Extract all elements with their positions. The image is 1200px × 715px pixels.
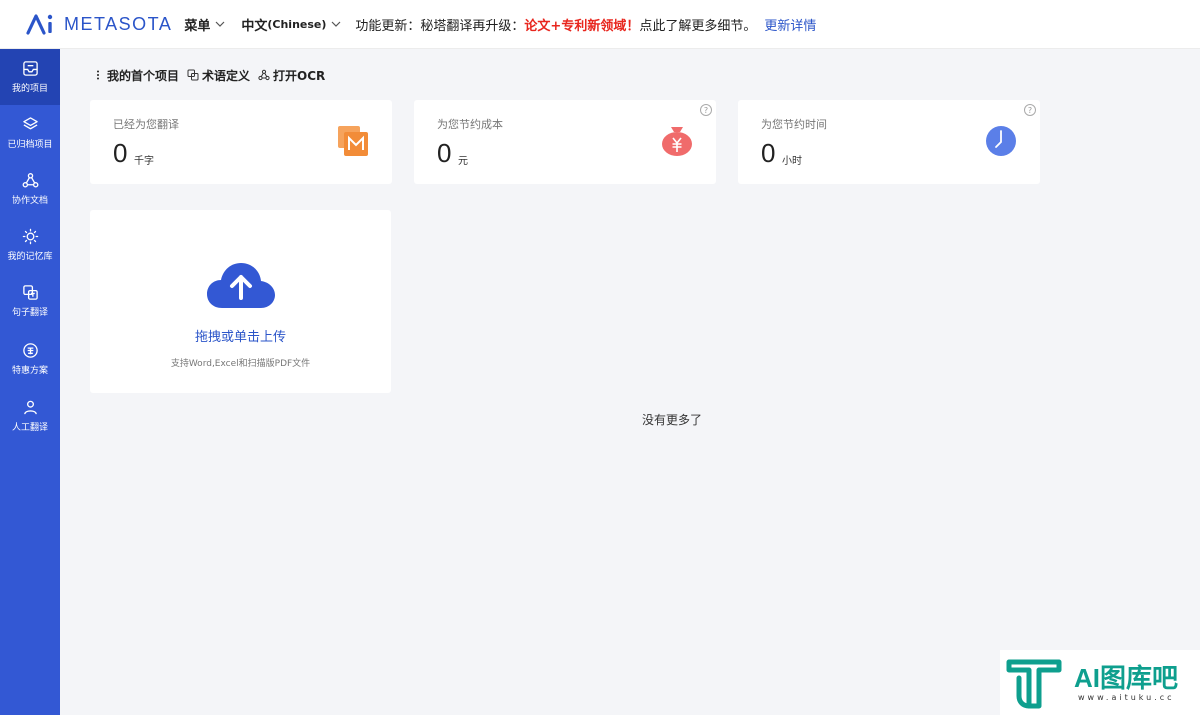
stat-card-translated: 已经为您翻译 0 千字 bbox=[90, 100, 392, 184]
update-details-link[interactable]: 更新详情 bbox=[764, 19, 816, 34]
stat-card-time: 为您节约时间 0 小时 ? bbox=[738, 100, 1040, 184]
document-m-icon bbox=[338, 126, 368, 156]
sidebar-item-memory-bank[interactable]: 我的记忆库 bbox=[0, 217, 60, 273]
layers-icon bbox=[22, 117, 38, 130]
menu-label: 菜单 bbox=[184, 18, 211, 34]
chevron-down-icon bbox=[215, 21, 225, 27]
project-selector[interactable]: 我的首个项目 bbox=[92, 67, 179, 84]
glossary-button[interactable]: 术语定义 bbox=[187, 67, 250, 84]
notice-prefix: 功能更新：秘塔翻译再升级： bbox=[355, 18, 525, 34]
discount-icon bbox=[22, 343, 38, 358]
chevron-down-icon bbox=[331, 21, 341, 27]
upload-title: 拖拽或单击上传 bbox=[194, 330, 286, 345]
update-notice: 功能更新：秘塔翻译再升级：论文+专利新领域！点此了解更多细节。 更新详情 bbox=[355, 15, 816, 34]
metasota-logo-icon bbox=[26, 14, 53, 35]
sidebar-item-human-translate[interactable]: 人工翻译 bbox=[0, 388, 60, 444]
sidebar: 我的项目 已归档项目 协作文档 我的记忆库 句子翻译 特惠方案 人工翻译 bbox=[0, 49, 60, 715]
help-icon[interactable]: ? bbox=[700, 104, 712, 116]
person-icon bbox=[23, 400, 37, 415]
more-vertical-icon bbox=[97, 70, 99, 80]
top-header: METASOTA 菜单 中文 (Chinese) 功能更新：秘塔翻译再升级：论文+… bbox=[0, 0, 1200, 49]
sidebar-item-label: 已归档项目 bbox=[7, 140, 53, 150]
translate-icon bbox=[22, 285, 38, 300]
logo[interactable]: METASOTA bbox=[26, 13, 172, 35]
stat-label: 已经为您翻译 bbox=[113, 118, 179, 131]
money-bag-icon bbox=[662, 127, 692, 156]
menu-dropdown[interactable]: 菜单 bbox=[184, 15, 225, 34]
clock-icon bbox=[986, 126, 1016, 156]
sidebar-item-label: 句子翻译 bbox=[11, 308, 48, 318]
stat-value: 0 bbox=[761, 138, 776, 168]
sidebar-item-label: 协作文档 bbox=[11, 196, 48, 206]
sidebar-item-label: 我的记忆库 bbox=[7, 252, 53, 262]
upload-subtitle: 支持Word,Excel和扫描版PDF文件 bbox=[170, 359, 311, 369]
upload-dropzone[interactable]: 拖拽或单击上传 支持Word,Excel和扫描版PDF文件 bbox=[90, 210, 391, 393]
bulb-icon bbox=[22, 228, 38, 245]
sidebar-item-sentence-translate[interactable]: 句子翻译 bbox=[0, 273, 60, 329]
cloud-upload-icon bbox=[207, 263, 275, 308]
sidebar-item-my-projects[interactable]: 我的项目 bbox=[0, 49, 60, 105]
stat-card-cost: 为您节约成本 0 元 ? bbox=[414, 100, 716, 184]
help-icon[interactable]: ? bbox=[1024, 104, 1036, 116]
language-label: 中文 bbox=[241, 18, 268, 34]
no-more-text: 没有更多了 bbox=[641, 413, 702, 427]
sidebar-item-label: 人工翻译 bbox=[11, 423, 48, 433]
watermark-title: AI图库吧 bbox=[1074, 663, 1179, 693]
stat-unit: 小时 bbox=[782, 156, 802, 167]
ocr-label: 打开OCR bbox=[273, 68, 326, 83]
glossary-label: 术语定义 bbox=[202, 68, 251, 83]
brand-name: METASOTA bbox=[64, 13, 173, 34]
notice-highlight: 论文+专利新领域！ bbox=[524, 18, 640, 34]
stat-label: 为您节约成本 bbox=[437, 118, 503, 131]
project-toolbar: 我的首个项目 术语定义 打开OCR bbox=[92, 66, 333, 84]
stat-value: 0 bbox=[437, 138, 452, 168]
ocr-icon bbox=[258, 69, 270, 81]
inbox-icon bbox=[22, 61, 38, 76]
stat-unit: 千字 bbox=[134, 156, 154, 167]
sidebar-item-collab-docs[interactable]: 协作文档 bbox=[0, 161, 60, 217]
glossary-icon bbox=[187, 69, 199, 81]
watermark-url: www.aituku.cc bbox=[1078, 693, 1175, 702]
stat-label: 为您节约时间 bbox=[761, 118, 827, 131]
sidebar-item-label: 我的项目 bbox=[11, 84, 48, 94]
aituku-logo-icon bbox=[1006, 659, 1062, 709]
sidebar-item-discounts[interactable]: 特惠方案 bbox=[0, 331, 60, 387]
stat-unit: 元 bbox=[458, 156, 468, 167]
sidebar-item-label: 特惠方案 bbox=[11, 366, 48, 376]
sidebar-item-archived[interactable]: 已归档项目 bbox=[0, 105, 60, 161]
notice-suffix: 点此了解更多细节。 bbox=[639, 18, 757, 34]
stat-value: 0 bbox=[113, 138, 128, 168]
language-dropdown[interactable]: 中文 (Chinese) bbox=[241, 15, 341, 34]
open-ocr-button[interactable]: 打开OCR bbox=[258, 67, 325, 84]
language-sub-label: (Chinese) bbox=[267, 17, 327, 31]
watermark: AI图库吧 www.aituku.cc bbox=[1000, 650, 1200, 715]
collab-icon bbox=[22, 173, 38, 188]
project-name: 我的首个项目 bbox=[107, 68, 180, 83]
